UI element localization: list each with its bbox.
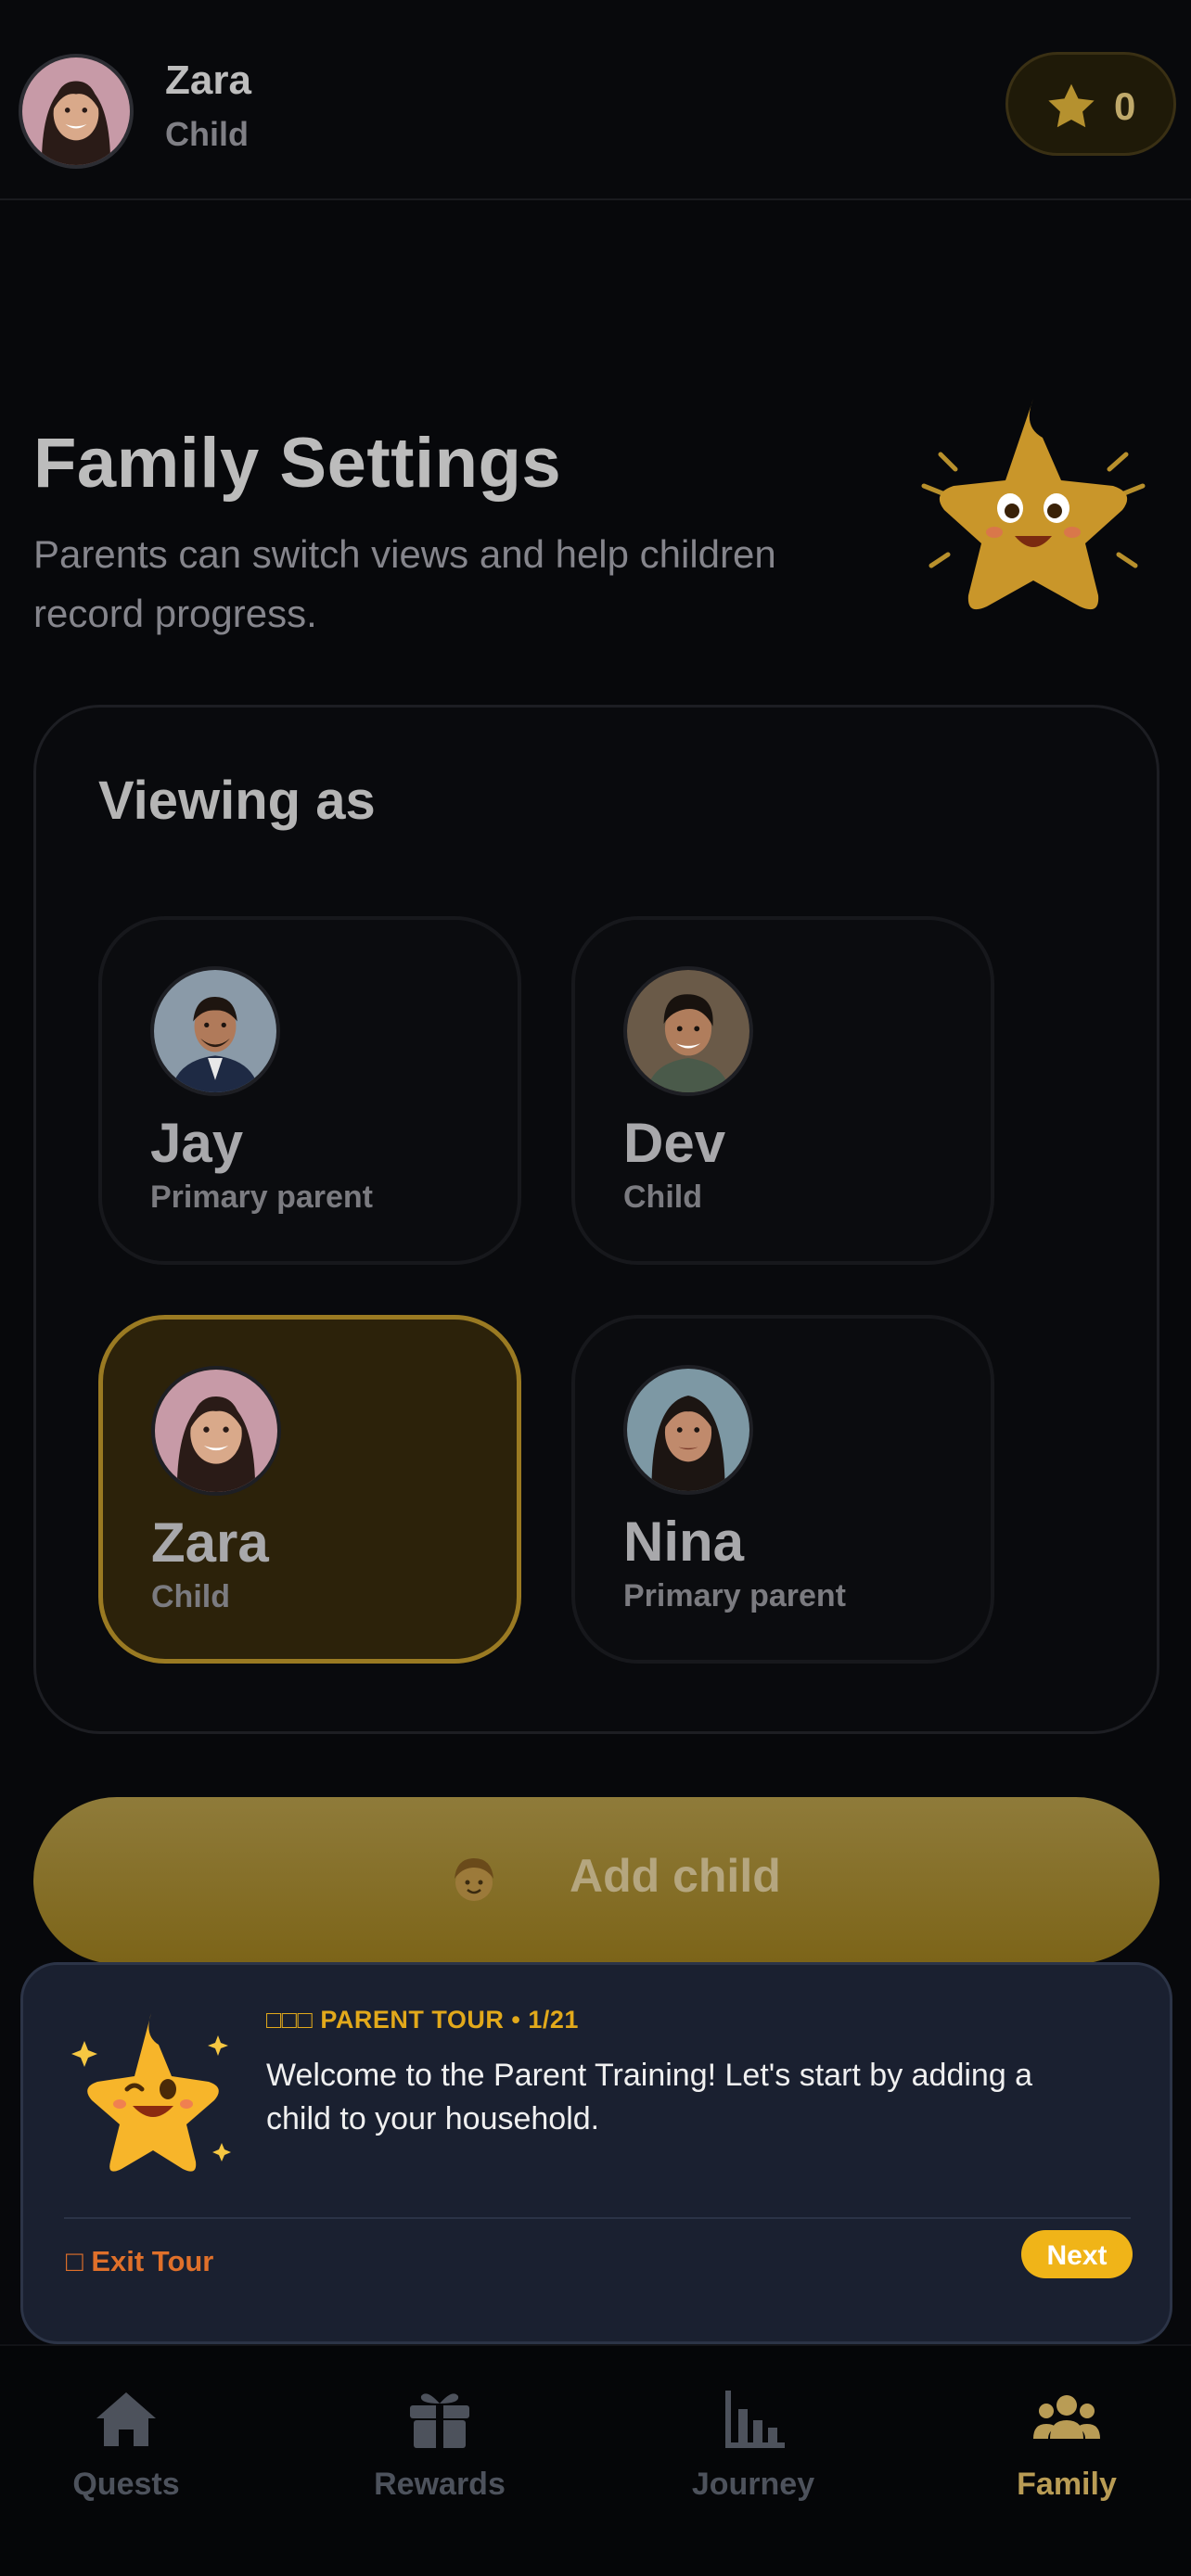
tab-journey[interactable]: Journey [642, 2387, 864, 2517]
current-user-role: Child [165, 115, 249, 153]
member-name: Jay [150, 1112, 244, 1174]
member-name: Zara [151, 1511, 269, 1574]
tab-label: Rewards [374, 2467, 506, 2502]
next-button[interactable]: Next [1021, 2230, 1133, 2278]
member-avatar [150, 966, 280, 1096]
add-child-label: Add child [570, 1850, 781, 1902]
users-icon [1033, 2395, 1100, 2439]
member-card-jay[interactable]: Jay Primary parent [98, 916, 521, 1265]
tab-label: Quests [72, 2467, 180, 2502]
star-icon [1048, 83, 1095, 128]
tour-step-tag: □□□ PARENT TOUR • 1/21 [266, 2006, 579, 2034]
member-role: Child [151, 1579, 230, 1614]
star-mascot-icon [71, 2013, 231, 2172]
tour-message: Welcome to the Parent Training! Let's st… [266, 2058, 1033, 2136]
member-avatar [623, 966, 753, 1096]
member-role: Primary parent [623, 1578, 846, 1613]
bar-chart-icon [725, 2391, 785, 2448]
page-subtitle: Parents can switch views and help childr… [33, 532, 776, 635]
viewing-as-title: Viewing as [98, 771, 376, 831]
member-card-nina[interactable]: Nina Primary parent [571, 1315, 994, 1664]
home-icon [96, 2392, 156, 2446]
star-balance-button[interactable]: 0 [1005, 52, 1176, 156]
member-role: Child [623, 1180, 702, 1215]
parent-tour-popup: □□□ PARENT TOUR • 1/21 Welcome to the Pa… [20, 1962, 1172, 2344]
tab-label: Family [1017, 2467, 1117, 2502]
current-user-name: Zara [165, 57, 251, 103]
star-mascot-icon [921, 399, 1146, 610]
member-card-dev[interactable]: Dev Child [571, 916, 994, 1265]
member-role: Primary parent [150, 1180, 373, 1215]
user-avatar[interactable] [19, 54, 134, 169]
child-emoji-icon [455, 1858, 493, 1901]
member-name: Nina [623, 1511, 745, 1573]
member-avatar [623, 1365, 753, 1495]
star-count: 0 [1114, 84, 1136, 128]
tab-label: Journey [691, 2467, 815, 2502]
member-name: Dev [623, 1112, 726, 1174]
bottom-tab-bar: Quests Rewards Journey Family [0, 2344, 1191, 2576]
member-avatar [151, 1366, 281, 1496]
member-card-zara[interactable]: Zara Child [98, 1315, 521, 1664]
tab-quests[interactable]: Quests [15, 2387, 237, 2517]
gift-icon [410, 2393, 469, 2448]
top-bar: Zara Child 0 [0, 0, 1191, 200]
tour-divider [64, 2217, 1131, 2219]
tab-rewards[interactable]: Rewards [328, 2387, 551, 2517]
exit-tour-button[interactable]: □ Exit Tour [66, 2245, 213, 2278]
add-child-button[interactable]: Add child [33, 1797, 1159, 1964]
page-title: Family Settings [33, 424, 562, 503]
tab-family[interactable]: Family [955, 2387, 1178, 2517]
